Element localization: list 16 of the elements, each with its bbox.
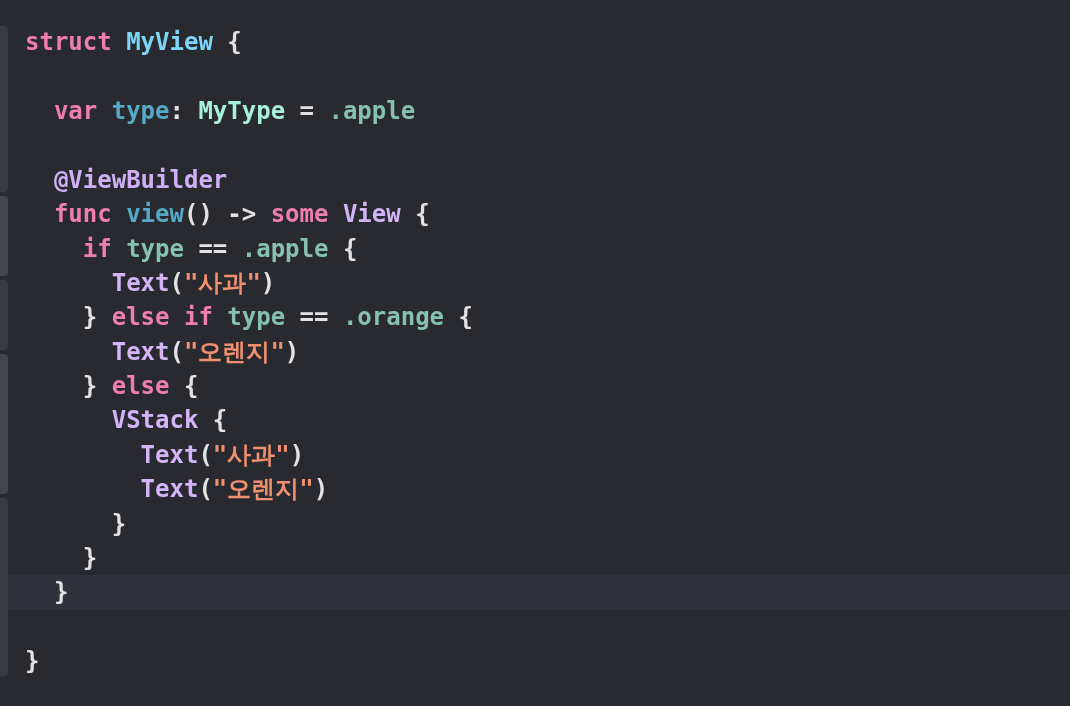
code-line: VStack { (110, 405, 228, 436)
code-line: struct MyView { (25, 27, 242, 58)
code-line: } (110, 508, 127, 539)
code-line: Text("사과") (110, 267, 276, 298)
code-line: Text("사과") (139, 439, 305, 470)
code-line: @ViewBuilder (52, 164, 228, 195)
code-line: if type == .apple { (81, 233, 358, 264)
code-line: } (25, 646, 40, 677)
code-line: func view() -> some View { (52, 199, 430, 230)
code-line: var type: MyType = .apple (52, 95, 416, 126)
code-line: Text("오렌지") (110, 336, 300, 367)
code-line: } else if type == .orange { (81, 302, 473, 333)
code-line: } (52, 577, 69, 608)
code-line: } else { (81, 371, 199, 402)
code-line: Text("오렌지") (139, 474, 329, 505)
code-line: } (81, 543, 98, 574)
